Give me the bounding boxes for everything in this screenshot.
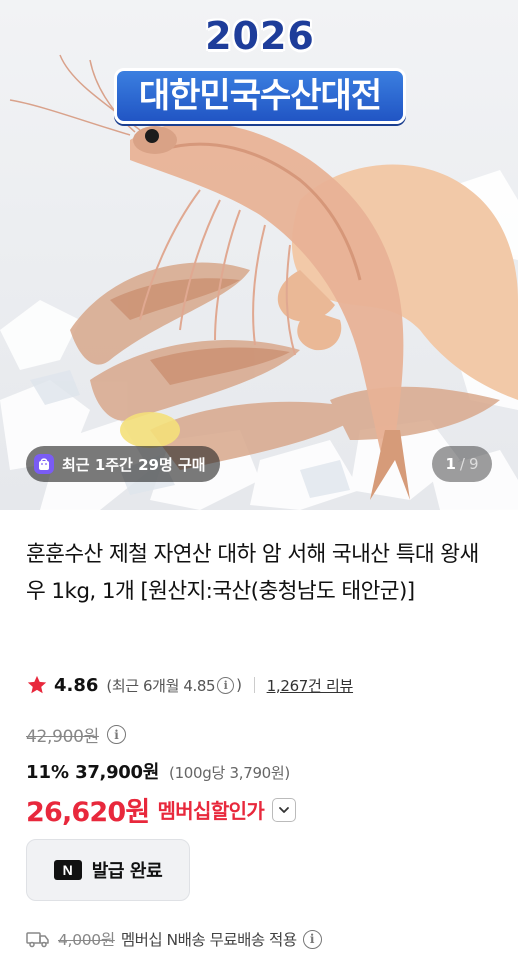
- shipping-row: 4,000원 멤버십 N배송 무료배송 적용 i: [26, 928, 324, 950]
- rating-row: 4.86 (최근 6개월 4.85 i ) 1,267건 리뷰: [26, 674, 353, 696]
- rating-recent: (최근 6개월 4.85: [106, 676, 216, 695]
- banner-title: 대한민국수산대전: [114, 68, 406, 124]
- discount-rate: 11%: [26, 762, 70, 783]
- member-price: 26,620원: [26, 797, 150, 828]
- shipping-text: 멤버십 N배송 무료배송 적용: [120, 931, 297, 949]
- rating-recent-close: ): [236, 676, 242, 694]
- bag-icon: [34, 454, 54, 474]
- banner-year: 2026: [205, 14, 315, 58]
- discount-price: 37,900원: [75, 762, 160, 783]
- review-count-link[interactable]: 1,267건 리뷰: [267, 675, 354, 696]
- info-icon[interactable]: i: [107, 725, 127, 744]
- recent-purchase-badge: 최근 1주간 29명 구매: [26, 446, 220, 482]
- original-price: 42,900원: [26, 727, 100, 747]
- divider: [253, 677, 255, 693]
- unit-price: (100g당 3,790원): [169, 764, 290, 782]
- rating-value: 4.86: [54, 674, 99, 696]
- page-current: 1: [445, 455, 456, 473]
- star-icon: [27, 675, 47, 694]
- original-price-row: 42,900원 i: [26, 722, 128, 747]
- page-total: 9: [468, 455, 479, 473]
- image-page-indicator: 1 / 9: [432, 446, 492, 482]
- info-icon[interactable]: i: [302, 929, 322, 949]
- promo-banner: 2026 대한민국수산대전: [110, 12, 410, 127]
- shipping-original-fee: 4,000원: [58, 931, 115, 949]
- product-title: 훈훈수산 제철 자연산 대하 암 서해 국내산 특대 왕새우 1kg, 1개 […: [26, 542, 479, 604]
- page-separator: /: [459, 455, 465, 473]
- discount-row: 11% 37,900원 (100g당 3,790원): [26, 758, 290, 784]
- chevron-down-icon: [279, 806, 290, 813]
- member-price-row: 26,620원 멤버십할인가: [26, 790, 297, 829]
- member-price-label: 멤버십할인가: [157, 799, 265, 823]
- info-icon[interactable]: i: [217, 676, 235, 694]
- recent-purchase-text: 최근 1주간 29명 구매: [62, 455, 206, 474]
- coupon-issued-button[interactable]: N 발급 완료: [26, 839, 190, 901]
- product-image[interactable]: 2026 대한민국수산대전 최근 1주간 29명 구매 1 / 9: [0, 0, 518, 510]
- coupon-label: 발급 완료: [91, 861, 163, 882]
- n-logo-icon: N: [53, 860, 82, 880]
- truck-icon: [26, 932, 49, 948]
- member-price-expand-button[interactable]: [272, 797, 297, 822]
